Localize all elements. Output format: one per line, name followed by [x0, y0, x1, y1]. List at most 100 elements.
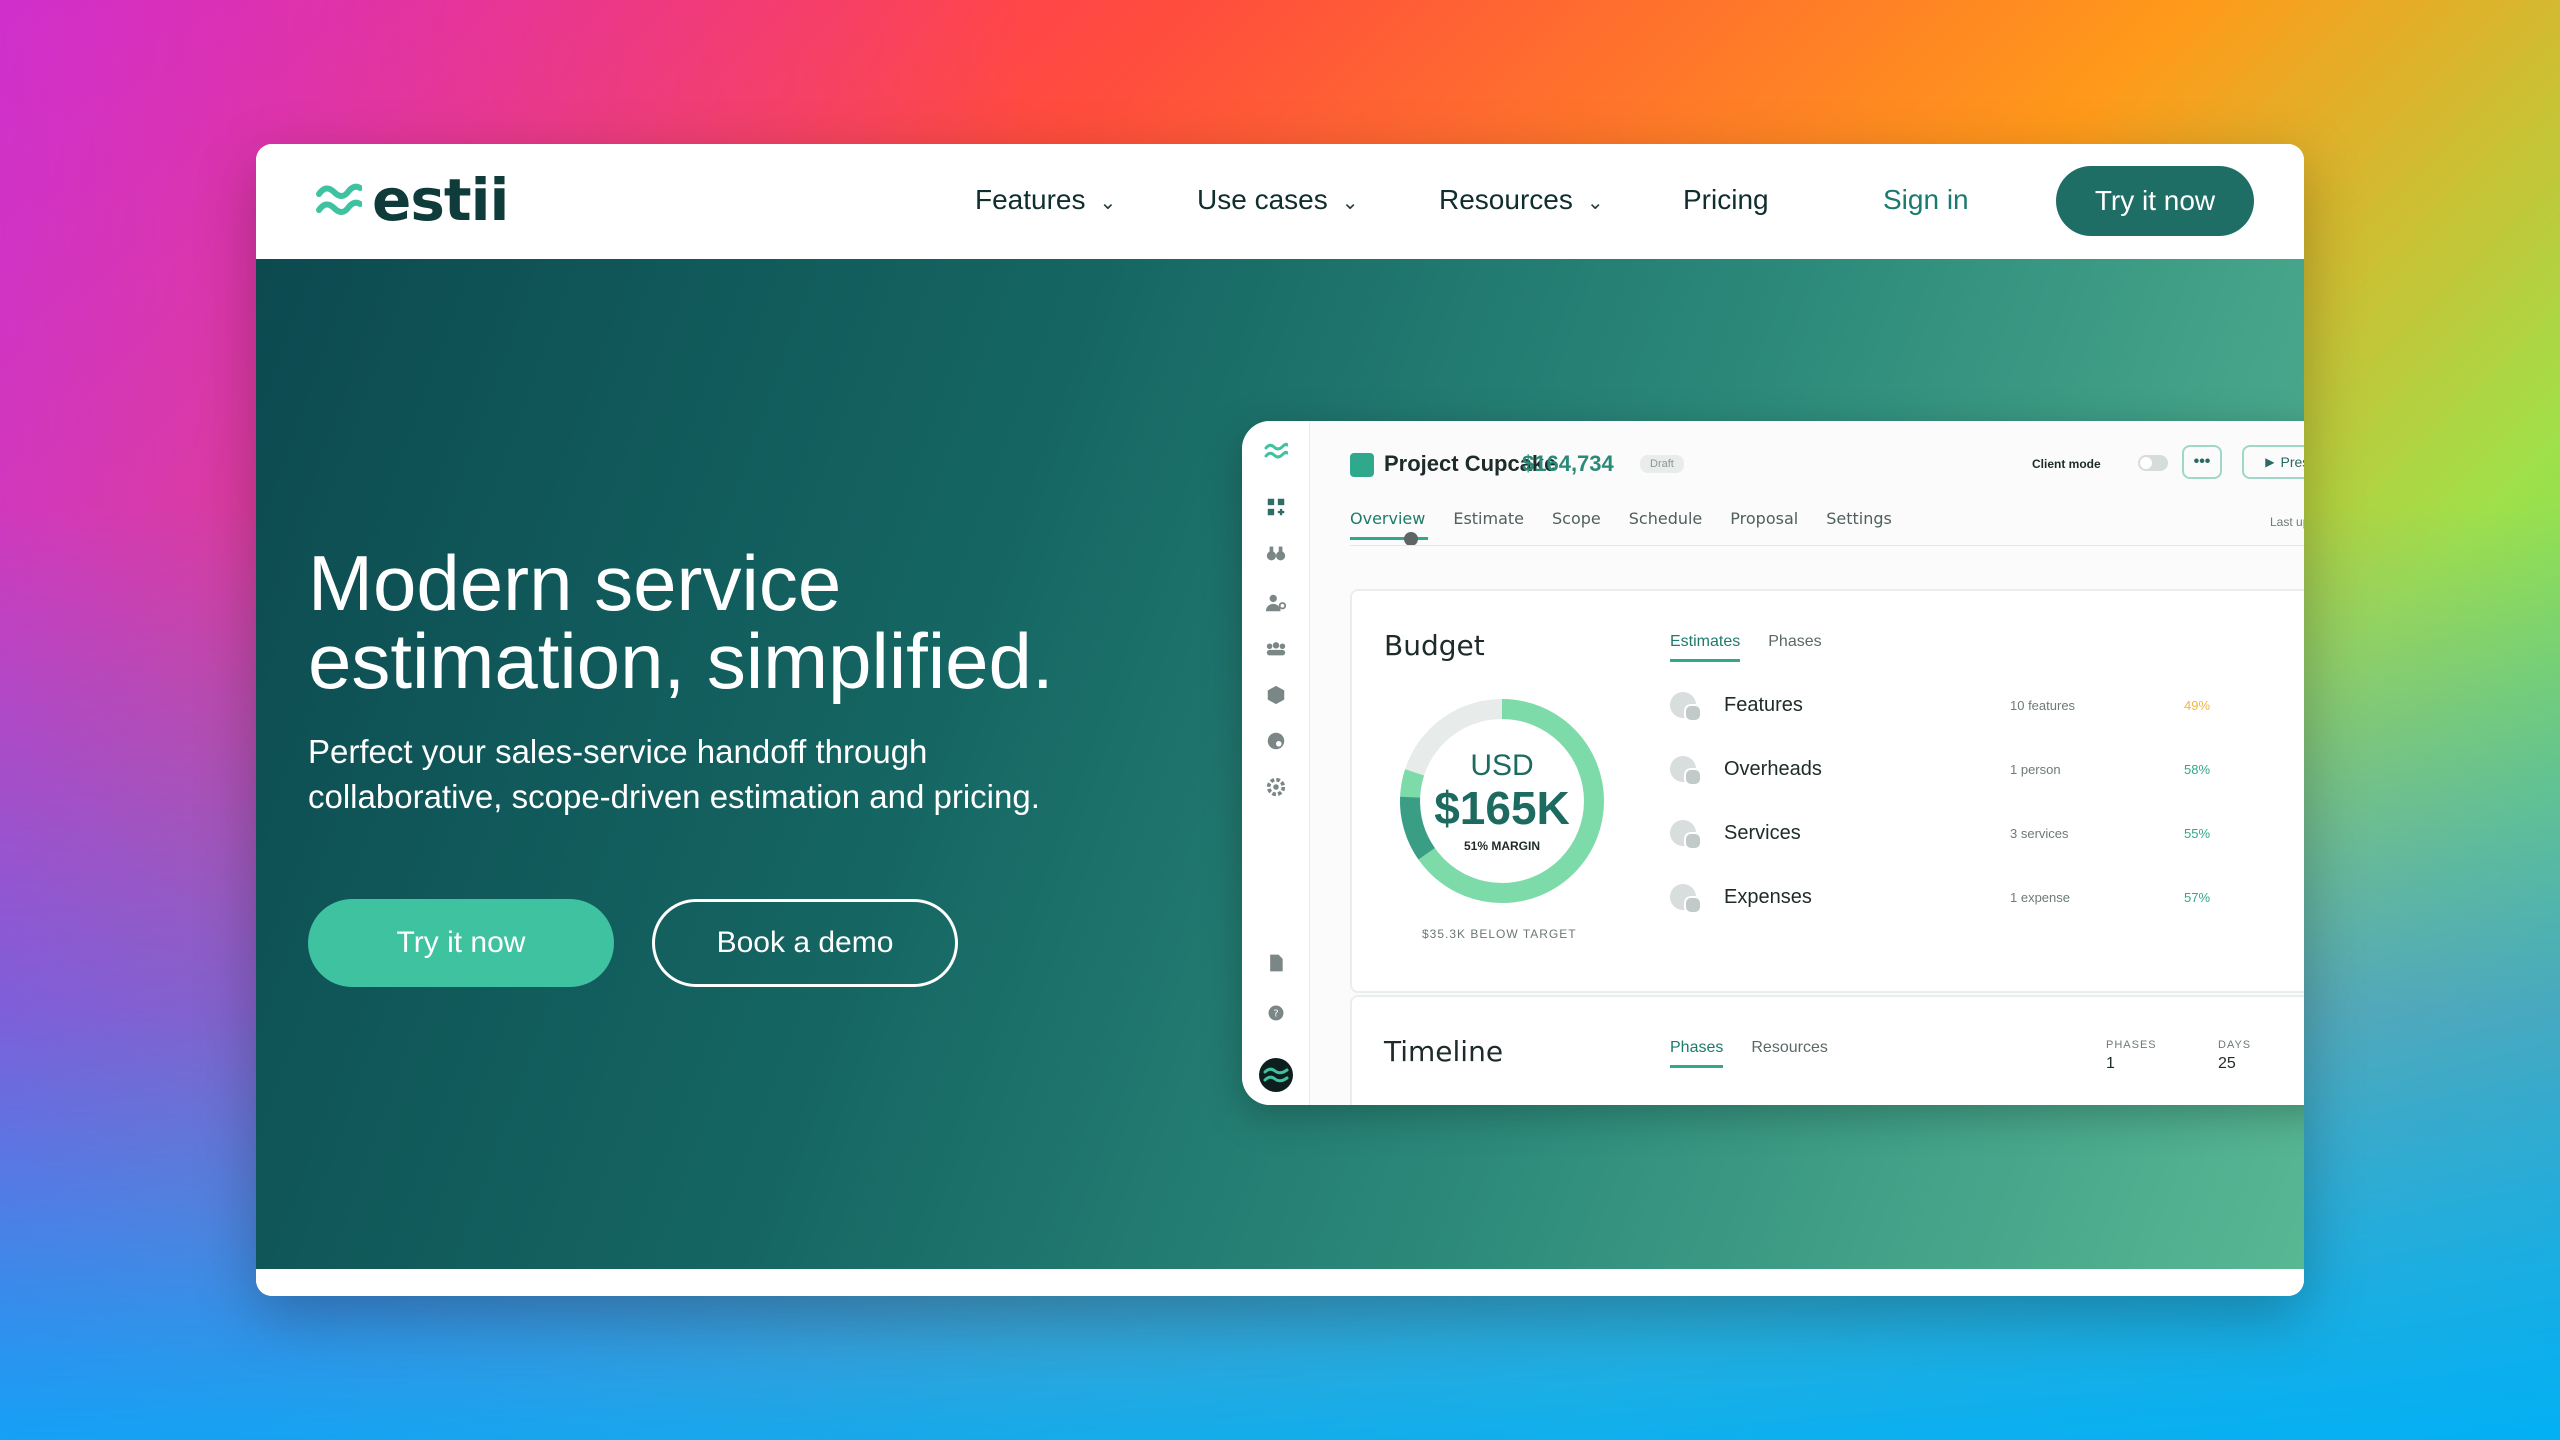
hero-section: Modern service estimation, simplified. P… [256, 259, 2304, 1269]
app-header: Project Cupcake $164,734 Draft Client mo… [1310, 421, 2304, 546]
cursor-dot [1404, 532, 1418, 546]
budget-row-overheads[interactable]: Overheads 1 person 58% [1670, 749, 2230, 789]
nav-sign-in[interactable]: Sign in [1883, 184, 1969, 216]
timeline-card: Timeline Phases Resources PHASES 1 DAYS … [1350, 995, 2304, 1105]
chevron-down-icon: ⌄ [1586, 191, 1604, 214]
chevron-down-icon: ⌄ [1341, 191, 1359, 214]
book-a-demo-button[interactable]: Book a demo [652, 899, 958, 987]
project-icon [1350, 453, 1374, 477]
donut-label: USD $165K 51% MARGIN [1392, 691, 1612, 911]
binoculars-icon[interactable] [1264, 541, 1288, 565]
nav-resources-label: Resources [1439, 184, 1573, 215]
dollar-icon [1670, 820, 1702, 850]
nav-use-cases-label: Use cases [1197, 184, 1328, 215]
nav-pricing-label: Pricing [1683, 184, 1769, 215]
budget-row-name: Services [1724, 821, 1801, 844]
subtab-resources[interactable]: Resources [1751, 1039, 1827, 1068]
client-mode-label: Client mode [2032, 457, 2101, 471]
budget-row-count: 10 features [2010, 697, 2076, 713]
project-price: $164,734 [1522, 451, 1614, 476]
tab-scope[interactable]: Scope [1552, 509, 1601, 528]
hero-title-line-2: estimation, simplified. [308, 617, 1054, 705]
budget-row-name: Overheads [1724, 757, 1822, 780]
dollar-icon [1670, 692, 1702, 722]
budget-row-pct: 55% [2184, 825, 2211, 841]
budget-row-name: Expenses [1724, 885, 1812, 908]
days-value: 25 [2218, 1055, 2236, 1072]
budget-row-count: 1 person [2010, 761, 2061, 777]
budget-row-features[interactable]: Features 10 features 49% [1670, 685, 2230, 725]
chevron-down-icon: ⌄ [1099, 191, 1117, 214]
donut-currency: USD [1470, 749, 1534, 782]
nav-resources[interactable]: Resources ⌄ [1439, 184, 1604, 216]
status-badge: Draft [1640, 455, 1684, 473]
budget-row-services[interactable]: Services 3 services 55% [1670, 813, 2230, 853]
tab-settings[interactable]: Settings [1826, 509, 1892, 528]
donut-margin: 51% MARGIN [1463, 839, 1540, 853]
budget-row-expenses[interactable]: Expenses 1 expense 57% [1670, 877, 2230, 917]
hero-subtitle-line-2: collaborative, scope-driven estimation a… [308, 778, 1040, 815]
budget-card: Budget Estimates Phases USD $165K 51% MA… [1350, 589, 2304, 993]
present-label: Present [2280, 454, 2304, 470]
timeline-title: Timeline [1384, 1035, 1504, 1068]
hero-title-line-1: Modern service [308, 539, 842, 627]
budget-row-name: Features [1724, 693, 1803, 716]
palette-icon[interactable] [1264, 729, 1288, 753]
present-button[interactable]: ▶ Present [2242, 445, 2304, 479]
nav-try-it-now-button[interactable]: Try it now [2056, 166, 2254, 236]
phases-value: 1 [2106, 1055, 2115, 1072]
budget-row-pct: 58% [2184, 761, 2211, 777]
logo-text: estii [372, 166, 509, 234]
nav-use-cases[interactable]: Use cases ⌄ [1197, 184, 1358, 216]
nav-pricing[interactable]: Pricing [1683, 184, 1769, 216]
dollar-icon [1670, 884, 1702, 914]
dollar-icon [1670, 756, 1702, 786]
avatar[interactable] [1258, 1057, 1294, 1093]
budget-title: Budget [1384, 629, 1485, 662]
last-updated: Last updated Fr [2270, 515, 2304, 529]
budget-row-count: 1 expense [2010, 889, 2070, 905]
top-nav: estii Features ⌄ Use cases ⌄ Resources ⌄… [256, 144, 2304, 259]
tab-proposal[interactable]: Proposal [1730, 509, 1798, 528]
document-icon[interactable] [1264, 951, 1288, 975]
tab-estimate[interactable]: Estimate [1453, 509, 1524, 528]
browser-window: estii Features ⌄ Use cases ⌄ Resources ⌄… [256, 144, 2304, 1296]
days-label: DAYS [2218, 1039, 2252, 1051]
budget-subtabs: Estimates Phases [1670, 633, 1822, 662]
project-tabs: Overview Estimate Scope Schedule Proposa… [1350, 509, 1892, 528]
donut-value: $165K [1434, 782, 1570, 834]
hero-subtitle-line-1: Perfect your sales-service handoff throu… [308, 733, 928, 770]
subtab-phases[interactable]: Phases [1768, 633, 1821, 662]
help-icon[interactable]: ? [1264, 1001, 1288, 1025]
budget-row-pct: 57% [2184, 889, 2211, 905]
box-icon[interactable] [1264, 683, 1288, 707]
hero-subtitle: Perfect your sales-service handoff throu… [308, 729, 1128, 819]
hero-title: Modern service estimation, simplified. [308, 544, 1054, 700]
timeline-subtabs: Phases Resources [1670, 1039, 1828, 1068]
logo[interactable]: estii [316, 166, 509, 234]
client-mode-toggle[interactable] [2138, 455, 2168, 471]
bottom-strip [256, 1269, 2304, 1296]
estii-logo-icon [1264, 442, 1288, 459]
more-options-button[interactable]: ••• [2182, 445, 2222, 479]
app-screenshot: ? Project Cupcake $164,734 Draft Client … [1242, 421, 2304, 1105]
svg-text:?: ? [1273, 1008, 1278, 1019]
nav-features-label: Features [975, 184, 1086, 215]
budget-row-pct: 49% [2184, 697, 2211, 713]
nav-features[interactable]: Features ⌄ [975, 184, 1116, 216]
subtab-estimates[interactable]: Estimates [1670, 633, 1741, 662]
app-sidebar: ? [1242, 421, 1310, 1105]
user-icon[interactable] [1264, 591, 1288, 615]
tab-schedule[interactable]: Schedule [1629, 509, 1703, 528]
estii-logo-icon [316, 183, 362, 215]
grid-icon[interactable] [1264, 495, 1288, 519]
below-target: $35.3K BELOW TARGET [1422, 927, 1577, 941]
budget-row-count: 3 services [2010, 825, 2069, 841]
team-icon[interactable] [1264, 637, 1288, 661]
tab-overview[interactable]: Overview [1350, 509, 1425, 528]
try-it-now-button[interactable]: Try it now [308, 899, 614, 987]
divider [1350, 545, 2304, 546]
gear-icon[interactable] [1264, 775, 1288, 799]
play-icon: ▶ [2265, 455, 2275, 469]
subtab-phases[interactable]: Phases [1670, 1039, 1724, 1068]
